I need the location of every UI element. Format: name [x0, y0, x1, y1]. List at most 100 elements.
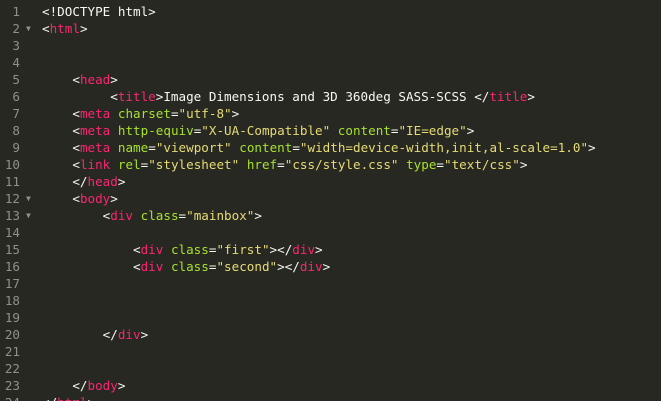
code-line[interactable]: 19	[0, 309, 661, 326]
line-number: 20	[4, 327, 20, 342]
code-editor[interactable]: 1 <!DOCTYPE html> 2 ▼ <html> 3 4 5 <head> 6 <tit…	[0, 0, 661, 401]
token-text: <	[133, 259, 141, 274]
code-line[interactable]: 7 <meta charset="utf-8">	[0, 105, 661, 122]
code-line[interactable]: 14	[0, 224, 661, 241]
token-text: =	[178, 208, 187, 223]
token-tag-name: meta	[79, 106, 111, 121]
token-text: >Image Dimensions and 3D 360deg SASS-SCS…	[155, 89, 490, 104]
code-line[interactable]: 22	[0, 360, 661, 377]
code-content[interactable]: <!DOCTYPE html>	[38, 3, 661, 20]
code-line[interactable]: 2 ▼ <html>	[0, 20, 661, 37]
code-line[interactable]: 13 ▼ <div class="mainbox">	[0, 207, 661, 224]
code-content[interactable]: <link rel="stylesheet" href="css/style.c…	[38, 156, 661, 173]
code-content[interactable]	[38, 37, 661, 54]
line-gutter: 16	[0, 258, 38, 275]
code-content[interactable]: <head>	[38, 71, 661, 88]
code-line[interactable]: 5 <head>	[0, 71, 661, 88]
code-content[interactable]: <meta http-equiv="X-UA-Compatible" conte…	[38, 122, 661, 139]
token-text: =	[277, 157, 285, 172]
code-line[interactable]: 10 <link rel="stylesheet" href="css/styl…	[0, 156, 661, 173]
code-content[interactable]: </html>	[38, 394, 661, 401]
code-content[interactable]	[38, 343, 661, 360]
line-number: 17	[4, 276, 20, 291]
code-content[interactable]: </body>	[38, 377, 661, 394]
code-content[interactable]	[38, 360, 661, 377]
code-line[interactable]: 12 ▼ <body>	[0, 190, 661, 207]
code-content[interactable]	[38, 224, 661, 241]
line-gutter: 9	[0, 139, 38, 156]
code-line[interactable]: 4	[0, 54, 661, 71]
token-tag-name: link	[79, 157, 111, 172]
code-line[interactable]: 17	[0, 275, 661, 292]
token-string: "IE=edge"	[398, 123, 467, 138]
token-text: >	[110, 191, 118, 206]
line-number: 21	[4, 344, 20, 359]
token-text: </	[72, 378, 88, 393]
token-attribute: charset	[117, 106, 171, 121]
token-text: >	[231, 106, 240, 121]
token-tag-name: title	[117, 89, 156, 104]
code-line[interactable]: 15 <div class="first"></div>	[0, 241, 661, 258]
token-attribute: class	[140, 208, 179, 223]
fold-arrow-icon[interactable]: ▼	[26, 190, 31, 207]
code-line[interactable]: 23 </body>	[0, 377, 661, 394]
line-number: 5	[12, 72, 20, 87]
line-number: 18	[4, 293, 20, 308]
code-content[interactable]: <body>	[38, 190, 661, 207]
token-text: >	[315, 242, 323, 257]
code-content[interactable]: <div class="mainbox">	[38, 207, 661, 224]
fold-arrow-icon[interactable]: ▼	[26, 20, 31, 37]
line-number: 10	[4, 157, 20, 172]
token-text: <	[72, 140, 80, 155]
token-string: "stylesheet"	[148, 157, 240, 172]
line-gutter: 1	[0, 3, 38, 20]
token-text: >	[322, 259, 331, 274]
code-line[interactable]: 9 <meta name="viewport" content="width=d…	[0, 139, 661, 156]
code-content[interactable]: <title>Image Dimensions and 3D 360deg SA…	[38, 88, 661, 105]
line-gutter: 11	[0, 173, 38, 190]
code-line[interactable]: 16 <div class="second"></div>	[0, 258, 661, 275]
token-text: </	[42, 395, 57, 401]
code-line[interactable]: 1 <!DOCTYPE html>	[0, 3, 661, 20]
code-line[interactable]: 18	[0, 292, 661, 309]
code-content[interactable]	[38, 292, 661, 309]
token-text: >	[140, 327, 149, 342]
token-attribute: content	[239, 140, 293, 155]
code-content[interactable]: <meta charset="utf-8">	[38, 105, 661, 122]
line-number: 23	[4, 378, 20, 393]
token-text: <	[133, 242, 141, 257]
code-line[interactable]: 3	[0, 37, 661, 54]
code-content[interactable]: </div>	[38, 326, 661, 343]
token-tag-name: meta	[79, 140, 111, 155]
token-text: <	[72, 157, 80, 172]
token-text: >	[117, 378, 126, 393]
token-string: "css/style.css"	[284, 157, 399, 172]
code-content[interactable]	[38, 275, 661, 292]
code-content[interactable]	[38, 309, 661, 326]
code-content[interactable]: <div class="first"></div>	[38, 241, 661, 258]
code-content[interactable]: <meta name="viewport" content="width=dev…	[38, 139, 661, 156]
code-line[interactable]: 6 <title>Image Dimensions and 3D 360deg …	[0, 88, 661, 105]
code-line[interactable]: 11 </head>	[0, 173, 661, 190]
code-line[interactable]: 21	[0, 343, 661, 360]
code-content[interactable]: </head>	[38, 173, 661, 190]
code-line[interactable]: 20 </div>	[0, 326, 661, 343]
fold-arrow-icon[interactable]: ▼	[26, 207, 31, 224]
token-tag-name: div	[110, 208, 134, 223]
code-line[interactable]: 24 </html>	[0, 394, 661, 401]
token-tag-name: div	[140, 259, 164, 274]
code-content[interactable]: <div class="second"></div>	[38, 258, 661, 275]
token-string: "X-UA-Compatible"	[201, 123, 331, 138]
code-content[interactable]: <html>	[38, 20, 661, 37]
code-line[interactable]: 8 <meta http-equiv="X-UA-Compatible" con…	[0, 122, 661, 139]
line-gutter: 20	[0, 326, 38, 343]
token-text: </	[72, 174, 88, 189]
token-text: ></	[277, 259, 300, 274]
code-content[interactable]	[38, 54, 661, 71]
token-tag-name: div	[140, 242, 164, 257]
